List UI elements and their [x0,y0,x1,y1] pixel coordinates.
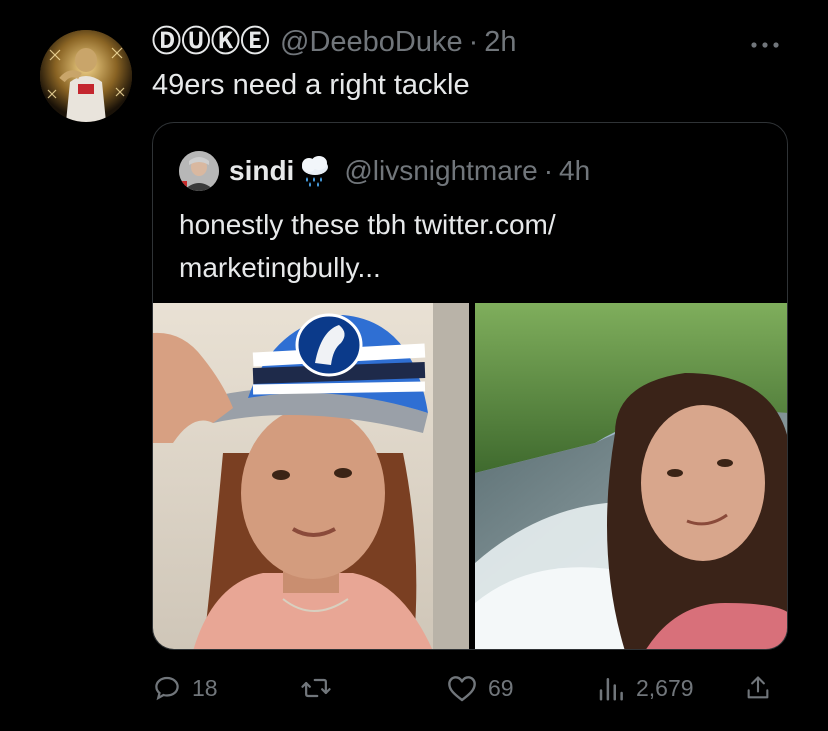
separator-dot: · [468,26,479,58]
views-button[interactable]: 2,679 [596,668,694,708]
author-handle[interactable]: @DeeboDuke [280,23,463,61]
like-count: 69 [488,674,514,701]
author-avatar[interactable] [40,30,132,122]
quote-author-name[interactable]: sindi [229,153,294,189]
share-icon [744,673,772,703]
reply-icon [152,673,182,703]
views-count: 2,679 [636,674,694,701]
quote-author-handle[interactable]: @livsnightmare [344,153,537,189]
reply-count: 18 [192,674,218,701]
reply-button[interactable]: 18 [152,668,218,708]
media-grid [153,303,787,649]
tweet-timestamp[interactable]: 2h [484,23,516,61]
separator-dot: · [543,155,554,186]
author-display-name[interactable]: ⒹⓊⓀⒺ [152,22,270,60]
quote-author-avatar[interactable] [179,151,219,191]
cloud-rain-icon [298,155,332,187]
quote-tweet-card[interactable]: sindi @livsnightmare · 4h honestly these… [152,122,788,650]
retweet-icon [300,673,332,703]
retweet-button[interactable] [300,668,342,708]
tweet-action-bar: 18 69 2,679 [152,668,788,708]
more-options-icon[interactable] [750,26,780,57]
quote-text: honestly these tbh twitter.com/ marketin… [179,209,556,283]
heart-icon [446,673,478,703]
share-button[interactable] [744,668,772,708]
quote-timestamp[interactable]: 4h [559,153,590,189]
analytics-icon [596,673,626,703]
tweet[interactable]: ⒹⓊⓀⒺ @DeeboDuke · 2h 49ers need a right … [0,0,828,731]
media-photo-1[interactable] [153,303,469,649]
quote-header: sindi @livsnightmare · 4h [229,153,590,189]
like-button[interactable]: 69 [446,668,514,708]
tweet-header: ⒹⓊⓀⒺ @DeeboDuke · 2h [152,22,517,61]
tweet-text: 49ers need a right tackle [152,69,470,101]
media-photo-2[interactable] [475,303,787,649]
